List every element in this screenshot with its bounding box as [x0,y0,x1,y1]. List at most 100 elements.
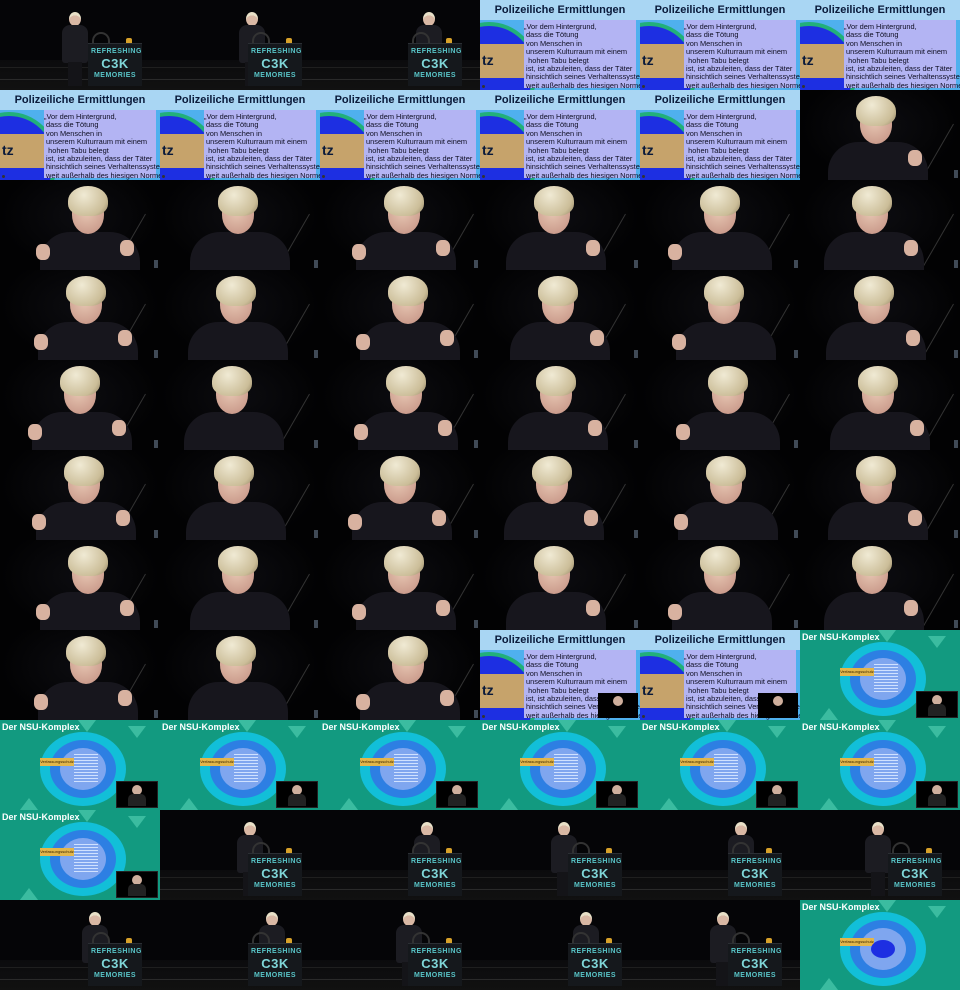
podium: REFRESHING C3K MEMORIES [248,943,302,986]
stage-frame: REFRESHING C3K MEMORIES [160,900,320,990]
speaker-inset [116,781,158,808]
slide-quote: „Vor dem Hintergrund, dass die Tötung vo… [364,112,480,180]
slide-nsu: Verfassungsschutz Der NSU-Komplex [640,720,800,810]
slide-police: tz „Vor dem Hintergrund, dass die Tötung… [640,0,800,90]
slide-title: Polizeiliche Ermittlungen [480,630,640,650]
speaker [60,12,90,86]
slide-title: Polizeiliche Ermittlungen [640,90,800,110]
podium-line-3: MEMORIES [253,882,297,889]
podium-line-3: MEMORIES [893,882,937,889]
slide-tag: Verfassungsschutz [840,938,874,946]
speaker-inset [596,781,638,808]
podium: REFRESHING C3K MEMORIES [248,853,302,896]
slide-nsu: Verfassungsschutz Der NSU-Komplex [160,720,320,810]
podium: REFRESHING C3K MEMORIES [88,43,142,86]
podium-line-3: MEMORIES [733,882,777,889]
speaker-closeup [0,540,160,630]
speaker-closeup [480,540,640,630]
slide-police: tz „Vor dem Hintergrund, dass die Tötung… [480,90,640,180]
slide-side-label: tz [162,142,174,158]
slide-tag: Verfassungsschutz [360,758,394,766]
speaker-inset [758,693,798,718]
podium-line-3: MEMORIES [573,972,617,979]
podium-line-3: MEMORIES [93,972,137,979]
speaker-closeup [320,180,480,270]
speaker-closeup [160,180,320,270]
speaker-closeup [320,360,480,450]
podium-line-2: C3K [421,956,449,971]
speaker-closeup [320,450,480,540]
podium-line-1: REFRESHING [891,858,942,865]
speaker-closeup [640,270,800,360]
slide-quote: „Vor dem Hintergrund, dass die Tötung vo… [684,22,800,90]
speaker-closeup [0,360,160,450]
podium-line-2: C3K [581,956,609,971]
podium-line-1: REFRESHING [251,948,302,955]
slide-tag: Verfassungsschutz [520,758,554,766]
slide-quote: „Vor dem Hintergrund, dass die Tötung vo… [524,22,640,90]
slide-quote: „Vor dem Hintergrund, dass die Tötung vo… [44,112,160,180]
slide-nsu: Verfassungsschutz Der NSU-Komplex [800,900,960,990]
speaker-closeup [640,360,800,450]
speaker-closeup [800,360,960,450]
speaker-closeup [800,180,960,270]
podium-line-2: C3K [741,956,769,971]
podium-line-3: MEMORIES [253,972,297,979]
speaker-closeup [0,180,160,270]
podium-line-2: C3K [261,956,289,971]
stage-frame: REFRESHING C3K MEMORIES [160,810,320,900]
slide-tag: Verfassungsschutz [840,668,874,676]
slide-title: Der NSU-Komplex [802,722,880,732]
podium: REFRESHING C3K MEMORIES [88,943,142,986]
podium: REFRESHING C3K MEMORIES [408,943,462,986]
slide-title: Der NSU-Komplex [322,722,400,732]
podium-line-2: C3K [101,56,129,71]
slide-side-label: tz [802,52,814,68]
speaker-closeup [160,360,320,450]
podium-line-1: REFRESHING [731,858,782,865]
podium-line-3: MEMORIES [573,882,617,889]
slide-quote: „Vor dem Hintergrund, dass die Tötung vo… [204,112,320,180]
thumbnail-grid: REFRESHING C3K MEMORIES REFRESHING C3K M… [0,0,960,990]
speaker-closeup [160,270,320,360]
speaker-closeup [480,360,640,450]
podium-line-1: REFRESHING [411,48,462,55]
slide-title: Polizeiliche Ermittlungen [320,90,480,110]
podium: REFRESHING C3K MEMORIES [408,43,462,86]
slide-title: Polizeiliche Ermittlungen [480,0,640,20]
slide-police: tz „Vor dem Hintergrund, dass die Tötung… [480,630,640,720]
speaker-inset [756,781,798,808]
podium: REFRESHING C3K MEMORIES [408,853,462,896]
stage-frame: REFRESHING C3K MEMORIES [480,810,640,900]
speaker-closeup [800,540,960,630]
slide-tag: Verfassungsschutz [200,758,234,766]
slide-title: Polizeiliche Ermittlungen [640,0,800,20]
slide-title: Polizeiliche Ermittlungen [160,90,320,110]
stage-frame: REFRESHING C3K MEMORIES [320,0,480,90]
slide-quote: „Vor dem Hintergrund, dass die Tötung vo… [684,112,800,180]
podium-line-1: REFRESHING [571,948,622,955]
speaker-closeup [480,450,640,540]
slide-title: Polizeiliche Ermittlungen [0,90,160,110]
slide-title: Der NSU-Komplex [802,632,880,642]
slide-title: Der NSU-Komplex [642,722,720,732]
podium-line-3: MEMORIES [253,72,297,79]
slide-nsu: Verfassungsschutz Der NSU-Komplex [480,720,640,810]
slide-title: Polizeiliche Ermittlungen [800,0,960,20]
podium-line-2: C3K [901,866,929,881]
podium-line-1: REFRESHING [411,858,462,865]
slide-title: Der NSU-Komplex [802,902,880,912]
podium-line-1: REFRESHING [91,48,142,55]
speaker-closeup [320,630,480,720]
slide-title: Der NSU-Komplex [2,722,80,732]
podium-line-1: REFRESHING [251,48,302,55]
slide-nsu: Verfassungsschutz Der NSU-Komplex [0,810,160,900]
speaker-closeup [480,180,640,270]
slide-police: tz „Vor dem Hintergrund, dass die Tötung… [800,0,960,90]
podium-line-2: C3K [101,956,129,971]
speaker-closeup [160,450,320,540]
slide-police: tz „Vor dem Hintergrund, dass die Tötung… [640,630,800,720]
slide-side-label: tz [2,142,14,158]
slide-title: Polizeiliche Ermittlungen [480,90,640,110]
slide-police: tz „Vor dem Hintergrund, dass die Tötung… [0,90,160,180]
